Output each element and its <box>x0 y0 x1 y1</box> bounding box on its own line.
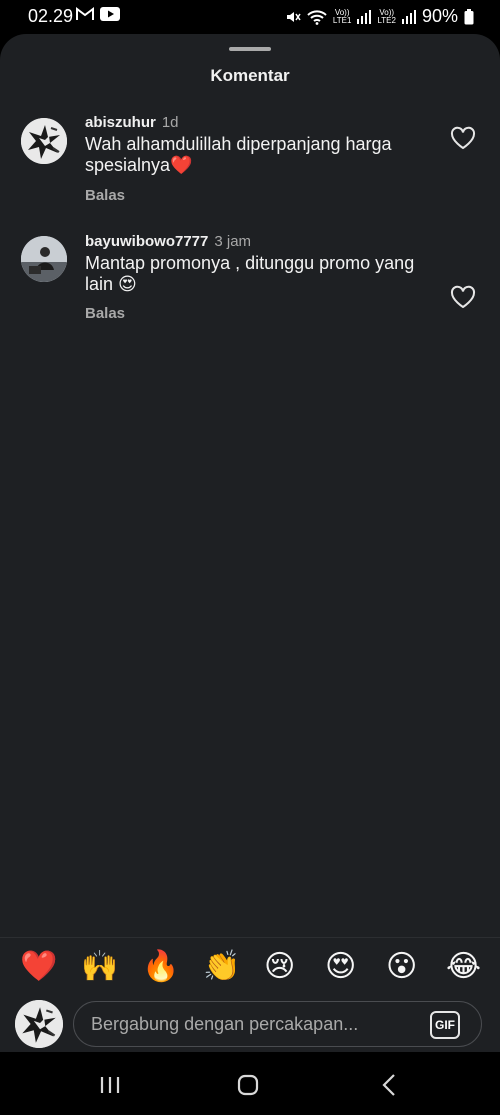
lte1-indicator: Vo)) LTE1 <box>332 7 352 25</box>
current-user-avatar <box>15 1000 63 1048</box>
comment-input[interactable]: Bergabung dengan percakapan... GIF <box>73 1001 482 1047</box>
signal-icon-2 <box>401 9 416 24</box>
status-time: 02.29 <box>28 6 74 26</box>
heart-emoji: ❤️ <box>170 155 193 175</box>
gif-button[interactable]: GIF <box>430 1011 460 1039</box>
recent-apps-icon[interactable] <box>96 1072 124 1098</box>
battery-percent: 90% <box>421 6 458 26</box>
reaction-fire[interactable]: 🔥 <box>142 949 179 985</box>
reaction-laughing[interactable]: 😂 <box>446 949 481 985</box>
system-nav-bar <box>0 1052 500 1115</box>
comment-input-placeholder: Bergabung dengan percakapan... <box>91 1014 359 1034</box>
battery-icon <box>464 8 474 24</box>
signal-icon-1 <box>357 9 372 24</box>
back-icon[interactable] <box>376 1072 404 1098</box>
reaction-clapping[interactable]: 👏 <box>203 949 240 985</box>
home-icon[interactable] <box>234 1072 262 1098</box>
mute-icon <box>286 11 301 22</box>
comments-sheet: Komentar abiszuhur 1d Wah alhamdulillah d… <box>0 34 500 1052</box>
reaction-crying[interactable]: 😢 <box>264 949 295 985</box>
comment-time: 1d <box>161 114 179 131</box>
like-heart-icon[interactable] <box>450 285 476 309</box>
reaction-heart[interactable]: ❤️ <box>20 949 57 985</box>
status-bar: 02.29 Vo)) LTE1 Vo)) LTE2 90% <box>0 0 500 34</box>
comment-username[interactable]: bayuwibowo7777 3 jam <box>85 233 251 250</box>
gmail-icon <box>76 7 94 20</box>
avatar[interactable] <box>21 236 67 282</box>
wifi-icon <box>307 9 327 25</box>
reply-button[interactable]: Balas <box>85 187 125 204</box>
reply-button[interactable]: Balas <box>85 305 125 322</box>
lte2-indicator: Vo)) LTE2 <box>377 7 396 25</box>
comment-username[interactable]: abiszuhur 1d <box>85 114 179 131</box>
comment-item: bayuwibowo7777 3 jam Mantap promonya , di… <box>0 233 500 327</box>
like-heart-icon[interactable] <box>450 126 476 150</box>
quick-reaction-bar: ❤️ 🙌 🔥 👏 😢 😍 😮 😂 <box>0 937 500 997</box>
sheet-title: Komentar <box>210 66 290 85</box>
drag-handle[interactable] <box>229 47 271 51</box>
comment-input-row: Bergabung dengan percakapan... GIF <box>0 998 500 1052</box>
reaction-raising-hands[interactable]: 🙌 <box>81 949 118 985</box>
comment-text: Mantap promonya , ditunggu promo yang la… <box>85 253 415 294</box>
reaction-surprised[interactable]: 😮 <box>386 949 417 985</box>
youtube-icon <box>100 7 120 21</box>
heart-eyes-emoji: 😍 <box>118 274 137 294</box>
reaction-heart-eyes[interactable]: 😍 <box>325 949 356 985</box>
comment-text: Wah alhamdulillah diperpanjang harga spe… <box>85 134 392 175</box>
comment-item: abiszuhur 1d Wah alhamdulillah diperpanja… <box>0 114 500 208</box>
comment-time: 3 jam <box>214 233 252 250</box>
avatar[interactable] <box>21 118 67 164</box>
